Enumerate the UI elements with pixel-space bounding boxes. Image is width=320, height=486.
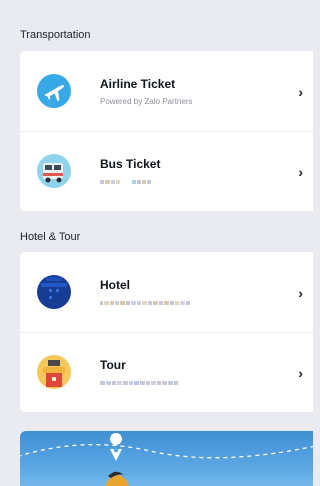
bus-ticket-label: Bus Ticket [100, 157, 161, 171]
bus-icon [37, 154, 71, 188]
tour-icon [37, 355, 71, 389]
hotel-tour-card: Hotel › Tour › [20, 252, 313, 412]
section-title-hotel-tour: Hotel & Tour [20, 231, 81, 243]
airline-ticket-subtitle: Powered by Zalo Partners [100, 97, 193, 106]
hotel-icon [37, 275, 71, 309]
traveler-illustration [105, 471, 129, 486]
chevron-right-icon: › [298, 84, 303, 100]
bus-ticket-row[interactable]: Bus Ticket › [20, 131, 313, 211]
chevron-right-icon: › [298, 285, 303, 301]
chevron-right-icon: › [298, 365, 303, 381]
tour-label: Tour [100, 358, 126, 372]
tour-row[interactable]: Tour › [20, 332, 313, 412]
airplane-icon [37, 74, 71, 108]
hotel-label: Hotel [100, 278, 130, 292]
airline-ticket-label: Airline Ticket [100, 77, 176, 91]
section-title-transportation: Transportation [20, 29, 91, 41]
promo-banner[interactable] [20, 431, 313, 486]
location-pin-icon [110, 433, 123, 461]
hotel-row[interactable]: Hotel › [20, 252, 313, 332]
banner-illustration [20, 433, 313, 486]
hotel-subtitle-placeholder [100, 301, 191, 306]
bus-ticket-subtitle-placeholder [100, 180, 152, 185]
services-page: Transportation Airline Ticket Powered by… [0, 0, 313, 486]
transportation-card: Airline Ticket Powered by Zalo Partners … [20, 51, 313, 211]
chevron-right-icon: › [298, 164, 303, 180]
airline-ticket-row[interactable]: Airline Ticket Powered by Zalo Partners … [20, 51, 313, 131]
tour-subtitle-placeholder [100, 381, 179, 386]
